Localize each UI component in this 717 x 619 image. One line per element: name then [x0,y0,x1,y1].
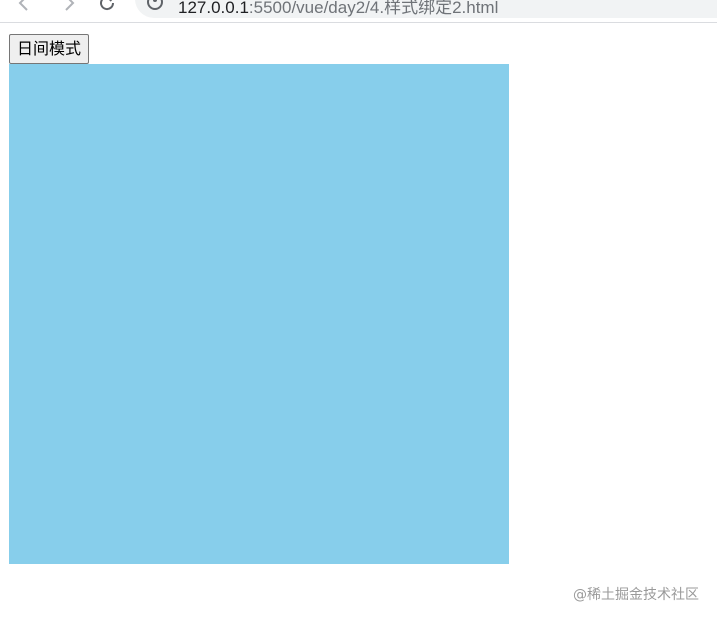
info-icon[interactable] [147,0,163,10]
address-bar[interactable]: 127.0.0.1:5500/vue/day2/4.样式绑定2.html [135,0,717,18]
day-mode-button[interactable]: 日间模式 [9,34,90,64]
back-arrow-icon[interactable] [12,0,36,15]
url-host: 127.0.0.1 [178,0,249,17]
colored-box [9,64,509,564]
browser-toolbar: 127.0.0.1:5500/vue/day2/4.样式绑定2.html [0,0,717,23]
url-text: 127.0.0.1:5500/vue/day2/4.样式绑定2.html [178,0,498,18]
watermark-text: @稀土掘金技术社区 [573,587,699,603]
url-path: :5500/vue/day2/4.样式绑定2.html [248,0,499,17]
forward-arrow-icon[interactable] [57,0,81,15]
reload-icon[interactable] [95,0,119,15]
